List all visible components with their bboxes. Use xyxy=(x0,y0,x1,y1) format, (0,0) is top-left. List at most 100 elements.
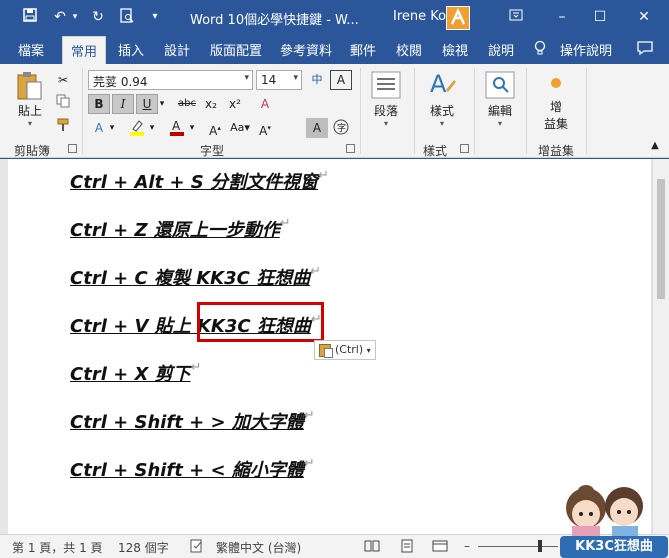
paragraph-mark-icon: ↵ xyxy=(279,216,291,231)
phonetic-guide-icon[interactable]: 中 xyxy=(306,70,328,90)
highlight-dropdown-icon[interactable]: ▾ xyxy=(146,118,158,138)
text-effects-dropdown-icon[interactable]: ▾ xyxy=(106,118,118,138)
underline-dropdown-icon[interactable]: ▾ xyxy=(156,94,168,114)
subscript-button[interactable]: x₂ xyxy=(200,94,222,114)
strikethrough-button[interactable]: abc xyxy=(174,94,200,114)
print-preview-icon[interactable] xyxy=(117,8,137,28)
separator xyxy=(586,68,587,154)
grow-font-icon[interactable]: A▴ xyxy=(204,118,226,138)
page-count[interactable]: 第 1 頁，共 1 頁 xyxy=(12,539,103,556)
styles-button[interactable]: A 樣式 ▾ xyxy=(422,70,462,128)
highlight-color-icon[interactable] xyxy=(126,118,148,138)
zoom-out-icon[interactable]: – xyxy=(464,539,470,553)
character-border-icon[interactable]: A xyxy=(330,70,352,90)
tab-insert[interactable]: 插入 xyxy=(118,40,144,59)
doc-line-6[interactable]: Ctrl + Shift + > 加大字體 ↵ xyxy=(70,408,315,434)
magnifier-icon xyxy=(484,70,516,100)
web-layout-icon[interactable] xyxy=(432,539,448,556)
comments-icon[interactable] xyxy=(636,40,654,60)
document-title: Word 10個必學快捷鍵 - W... xyxy=(190,13,359,28)
format-painter-icon[interactable] xyxy=(52,118,74,138)
watermark-text: KK3C狂想曲 xyxy=(560,536,668,558)
undo-dropdown-icon[interactable]: ▾ xyxy=(70,8,80,26)
chevron-down-icon: ▾ xyxy=(439,119,444,128)
separator xyxy=(82,68,83,154)
paste-options-button[interactable]: (Ctrl) ▾ xyxy=(314,340,376,360)
paragraph-mark-icon: ↵ xyxy=(190,360,202,375)
doc-line-2[interactable]: Ctrl + Z 還原上一步動作 ↵ xyxy=(70,216,291,242)
separator xyxy=(360,68,361,154)
tell-me-search[interactable]: 操作說明 xyxy=(560,40,612,59)
language-status[interactable]: 繁體中文 (台灣) xyxy=(216,539,301,556)
close-icon[interactable]: ✕ xyxy=(624,4,664,30)
tab-help[interactable]: 說明 xyxy=(488,40,514,59)
maximize-icon[interactable]: ☐ xyxy=(580,4,620,30)
font-name-value: 芫荽 0.94 xyxy=(93,75,148,89)
clipboard-launcher-icon[interactable] xyxy=(68,144,77,153)
bold-button[interactable]: B xyxy=(88,94,110,114)
doc-line-1[interactable]: Ctrl + Alt + S 分割文件視窗 ↵ xyxy=(70,168,329,194)
doc-line-3[interactable]: Ctrl + C 複製 KK3C 狂想曲 ↵ xyxy=(70,264,321,290)
tab-home[interactable]: 常用 xyxy=(62,36,107,64)
addins-icon xyxy=(551,78,561,88)
change-case-icon[interactable]: Aa▾ xyxy=(226,118,254,138)
font-launcher-icon[interactable] xyxy=(346,144,355,153)
tab-design[interactable]: 設計 xyxy=(164,40,190,59)
shrink-font-icon[interactable]: A▾ xyxy=(254,118,276,138)
user-avatar[interactable] xyxy=(446,6,470,30)
tab-layout[interactable]: 版面配置 xyxy=(210,40,262,59)
cut-icon[interactable]: ✂ xyxy=(52,70,74,90)
tab-review[interactable]: 校閱 xyxy=(396,40,422,59)
styles-launcher-icon[interactable] xyxy=(460,144,469,153)
tab-mailings[interactable]: 郵件 xyxy=(350,40,376,59)
enclose-characters-icon[interactable]: 字 xyxy=(330,118,352,138)
paragraph-button[interactable]: 段落 ▾ xyxy=(366,70,406,128)
editing-button[interactable]: 編輯 ▾ xyxy=(480,70,520,128)
collapse-ribbon-icon[interactable]: ▲ xyxy=(644,136,666,156)
svg-text:字: 字 xyxy=(337,122,346,134)
zoom-slider-track[interactable] xyxy=(478,546,558,547)
superscript-button[interactable]: x² xyxy=(224,94,246,114)
addins-label-line2: 益集 xyxy=(543,117,568,131)
doc-line-7[interactable]: Ctrl + Shift + < 縮小字體 ↵ xyxy=(70,456,315,482)
paste-button[interactable]: 貼上 ▾ xyxy=(10,70,50,128)
character-shading-icon[interactable]: A xyxy=(306,118,328,138)
read-mode-icon[interactable] xyxy=(364,539,380,556)
proofing-icon[interactable] xyxy=(190,539,204,556)
tab-references[interactable]: 參考資料 xyxy=(280,40,332,59)
print-layout-icon[interactable] xyxy=(400,539,414,556)
doc-line-5[interactable]: Ctrl + X 剪下 ↵ xyxy=(70,360,202,386)
paragraph-mark-icon: ↵ xyxy=(303,408,315,423)
copy-icon[interactable] xyxy=(52,94,74,114)
scrollbar-thumb[interactable] xyxy=(657,179,665,299)
font-size-select[interactable]: 14 ▾ xyxy=(256,70,302,90)
doc-line-5-text: Ctrl + X 剪下 xyxy=(70,364,191,385)
font-name-select[interactable]: 芫荽 0.94 ▾ xyxy=(88,70,253,90)
paragraph-mark-icon: ↵ xyxy=(310,264,322,279)
font-color-dropdown-icon[interactable]: ▾ xyxy=(186,118,198,138)
save-icon[interactable] xyxy=(20,8,40,27)
addins-group-label: 增益集 xyxy=(538,144,575,158)
clear-formatting-icon[interactable]: A xyxy=(254,94,276,114)
underline-button[interactable]: U xyxy=(136,94,158,114)
minimize-icon[interactable]: – xyxy=(542,4,582,30)
svg-text:A: A xyxy=(172,119,181,133)
addins-button[interactable]: 增 益集 xyxy=(536,74,576,132)
word-count[interactable]: 128 個字 xyxy=(118,539,169,556)
italic-button[interactable]: I xyxy=(112,94,134,114)
tab-view[interactable]: 檢視 xyxy=(442,40,468,59)
redo-icon[interactable]: ↻ xyxy=(88,8,108,26)
ribbon-display-icon[interactable] xyxy=(496,4,536,30)
customize-toolbar-icon[interactable]: ▾ xyxy=(148,8,162,26)
undo-icon[interactable]: ↶ xyxy=(50,8,70,26)
user-name[interactable]: Irene Ko xyxy=(393,9,446,24)
font-color-icon[interactable]: A xyxy=(166,118,188,138)
chevron-down-icon: ▾ xyxy=(497,119,502,128)
styles-icon: A xyxy=(426,70,458,100)
tab-file[interactable]: 檔案 xyxy=(18,40,44,59)
paragraph-mark-icon: ↵ xyxy=(303,456,315,471)
paste-dropdown-icon[interactable]: ▾ xyxy=(10,119,50,128)
chevron-down-icon: ▾ xyxy=(293,73,298,83)
zoom-slider-thumb[interactable] xyxy=(538,540,542,552)
clipboard-group-label: 剪貼簿 xyxy=(14,144,51,158)
